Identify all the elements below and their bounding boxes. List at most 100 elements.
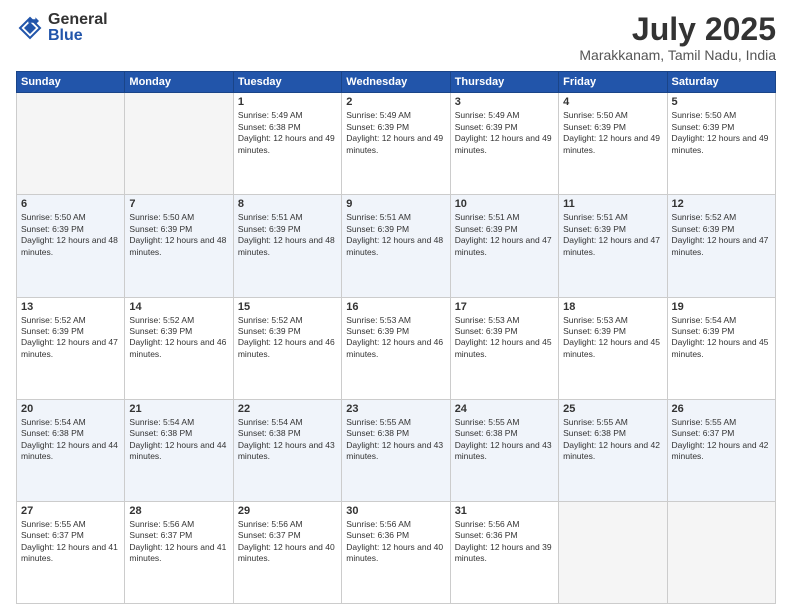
calendar-day-cell: 22 Sunrise: 5:54 AM Sunset: 6:38 PM Dayli… [233, 399, 341, 501]
calendar-table: SundayMondayTuesdayWednesdayThursdayFrid… [16, 71, 776, 604]
day-number: 30 [346, 505, 445, 517]
day-number: 13 [21, 301, 120, 313]
day-info: Sunrise: 5:56 AM Sunset: 6:37 PM Dayligh… [238, 519, 337, 565]
day-info: Sunrise: 5:51 AM Sunset: 6:39 PM Dayligh… [238, 212, 337, 258]
calendar-day-cell: 29Sunrise: 5:56 AM Sunset: 6:37 PM Dayli… [233, 501, 341, 603]
day-number: 4 [563, 96, 662, 108]
calendar-week-row: 6Sunrise: 5:50 AM Sunset: 6:39 PM Daylig… [17, 195, 776, 297]
day-info: Sunrise: 5:50 AM Sunset: 6:39 PM Dayligh… [21, 212, 120, 258]
day-number: 23 [346, 403, 445, 415]
day-number: 12 [672, 198, 771, 210]
day-number: 14 [129, 301, 228, 313]
calendar-day-cell: 2 Sunrise: 5:49 AM Sunset: 6:39 PM Daylig… [342, 93, 450, 195]
calendar-day-cell [559, 501, 667, 603]
calendar-day-cell: 18 Sunrise: 5:53 AM Sunset: 6:39 PM Dayli… [559, 297, 667, 399]
day-info: Sunrise: 5:55 AM Sunset: 6:38 PM Dayligh… [346, 417, 445, 463]
day-info: Sunrise: 5:56 AM Sunset: 6:37 PM Dayligh… [129, 519, 228, 565]
day-number: 17 [455, 301, 554, 313]
calendar-day-cell: 24 Sunrise: 5:55 AM Sunset: 6:38 PM Dayli… [450, 399, 558, 501]
calendar-week-row: 20 Sunrise: 5:54 AM Sunset: 6:38 PM Dayli… [17, 399, 776, 501]
day-number: 24 [455, 403, 554, 415]
calendar-day-cell: 20Sunrise: 5:54 AM Sunset: 6:38 PM Dayli… [17, 399, 125, 501]
day-number: 21 [129, 403, 228, 415]
calendar-day-cell: 7 Sunrise: 5:50 AM Sunset: 6:39 PM Daylig… [125, 195, 233, 297]
calendar-day-cell: 26Sunrise: 5:55 AM Sunset: 6:37 PM Dayli… [667, 399, 775, 501]
day-number: 9 [346, 198, 445, 210]
day-info: Sunrise: 5:49 AM Sunset: 6:38 PM Dayligh… [238, 110, 337, 156]
calendar-day-cell: 11 Sunrise: 5:51 AM Sunset: 6:39 PM Dayli… [559, 195, 667, 297]
day-number: 22 [238, 403, 337, 415]
calendar-day-cell: 27Sunrise: 5:55 AM Sunset: 6:37 PM Dayli… [17, 501, 125, 603]
day-info: Sunrise: 5:53 AM Sunset: 6:39 PM Dayligh… [455, 315, 554, 361]
day-number: 20 [21, 403, 120, 415]
calendar-day-cell [667, 501, 775, 603]
calendar-day-cell: 31 Sunrise: 5:56 AM Sunset: 6:36 PM Dayli… [450, 501, 558, 603]
day-number: 31 [455, 505, 554, 517]
day-info: Sunrise: 5:51 AM Sunset: 6:39 PM Dayligh… [346, 212, 445, 258]
calendar-day-header: Saturday [667, 72, 775, 93]
calendar-day-cell: 25 Sunrise: 5:55 AM Sunset: 6:38 PM Dayli… [559, 399, 667, 501]
calendar-header-row: SundayMondayTuesdayWednesdayThursdayFrid… [17, 72, 776, 93]
day-info: Sunrise: 5:51 AM Sunset: 6:39 PM Dayligh… [455, 212, 554, 258]
day-info: Sunrise: 5:50 AM Sunset: 6:39 PM Dayligh… [129, 212, 228, 258]
calendar-day-cell: 19 Sunrise: 5:54 AM Sunset: 6:39 PM Dayli… [667, 297, 775, 399]
calendar-day-header: Monday [125, 72, 233, 93]
logo-blue-text: Blue [48, 28, 108, 44]
day-number: 1 [238, 96, 337, 108]
calendar-day-cell: 23 Sunrise: 5:55 AM Sunset: 6:38 PM Dayli… [342, 399, 450, 501]
day-info: Sunrise: 5:55 AM Sunset: 6:37 PM Dayligh… [672, 417, 771, 463]
day-number: 8 [238, 198, 337, 210]
day-info: Sunrise: 5:54 AM Sunset: 6:38 PM Dayligh… [238, 417, 337, 463]
day-info: Sunrise: 5:50 AM Sunset: 6:39 PM Dayligh… [563, 110, 662, 156]
calendar-day-cell [17, 93, 125, 195]
calendar-week-row: 27Sunrise: 5:55 AM Sunset: 6:37 PM Dayli… [17, 501, 776, 603]
calendar-day-cell: 3Sunrise: 5:49 AM Sunset: 6:39 PM Daylig… [450, 93, 558, 195]
logo-general-text: General [48, 12, 108, 28]
day-number: 28 [129, 505, 228, 517]
day-number: 10 [455, 198, 554, 210]
day-number: 7 [129, 198, 228, 210]
calendar-body: 1 Sunrise: 5:49 AM Sunset: 6:38 PM Daylig… [17, 93, 776, 604]
day-number: 5 [672, 96, 771, 108]
page: General Blue July 2025 Marakkanam, Tamil… [0, 0, 792, 612]
day-number: 11 [563, 198, 662, 210]
subtitle: Marakkanam, Tamil Nadu, India [579, 47, 776, 63]
calendar-day-header: Friday [559, 72, 667, 93]
day-info: Sunrise: 5:52 AM Sunset: 6:39 PM Dayligh… [672, 212, 771, 258]
logo-icon [16, 14, 44, 42]
calendar-day-cell [125, 93, 233, 195]
day-info: Sunrise: 5:54 AM Sunset: 6:39 PM Dayligh… [672, 315, 771, 361]
calendar-day-cell: 12 Sunrise: 5:52 AM Sunset: 6:39 PM Dayli… [667, 195, 775, 297]
calendar-day-cell: 14Sunrise: 5:52 AM Sunset: 6:39 PM Dayli… [125, 297, 233, 399]
calendar-week-row: 13 Sunrise: 5:52 AM Sunset: 6:39 PM Dayli… [17, 297, 776, 399]
calendar-day-header: Sunday [17, 72, 125, 93]
day-number: 18 [563, 301, 662, 313]
calendar-week-row: 1 Sunrise: 5:49 AM Sunset: 6:38 PM Daylig… [17, 93, 776, 195]
day-info: Sunrise: 5:52 AM Sunset: 6:39 PM Dayligh… [21, 315, 120, 361]
day-info: Sunrise: 5:55 AM Sunset: 6:37 PM Dayligh… [21, 519, 120, 565]
day-info: Sunrise: 5:55 AM Sunset: 6:38 PM Dayligh… [455, 417, 554, 463]
day-info: Sunrise: 5:51 AM Sunset: 6:39 PM Dayligh… [563, 212, 662, 258]
calendar-day-cell: 15Sunrise: 5:52 AM Sunset: 6:39 PM Dayli… [233, 297, 341, 399]
day-info: Sunrise: 5:52 AM Sunset: 6:39 PM Dayligh… [238, 315, 337, 361]
main-title: July 2025 [579, 12, 776, 47]
day-info: Sunrise: 5:53 AM Sunset: 6:39 PM Dayligh… [346, 315, 445, 361]
day-number: 19 [672, 301, 771, 313]
day-info: Sunrise: 5:55 AM Sunset: 6:38 PM Dayligh… [563, 417, 662, 463]
day-info: Sunrise: 5:49 AM Sunset: 6:39 PM Dayligh… [455, 110, 554, 156]
logo: General Blue [16, 12, 108, 44]
calendar-day-cell: 6Sunrise: 5:50 AM Sunset: 6:39 PM Daylig… [17, 195, 125, 297]
logo-text: General Blue [48, 12, 108, 44]
calendar-day-cell: 30Sunrise: 5:56 AM Sunset: 6:36 PM Dayli… [342, 501, 450, 603]
calendar-day-cell: 10 Sunrise: 5:51 AM Sunset: 6:39 PM Dayli… [450, 195, 558, 297]
day-number: 16 [346, 301, 445, 313]
calendar-day-cell: 21Sunrise: 5:54 AM Sunset: 6:38 PM Dayli… [125, 399, 233, 501]
calendar-day-header: Tuesday [233, 72, 341, 93]
day-info: Sunrise: 5:56 AM Sunset: 6:36 PM Dayligh… [455, 519, 554, 565]
calendar-day-cell: 1 Sunrise: 5:49 AM Sunset: 6:38 PM Daylig… [233, 93, 341, 195]
day-number: 25 [563, 403, 662, 415]
day-info: Sunrise: 5:53 AM Sunset: 6:39 PM Dayligh… [563, 315, 662, 361]
day-info: Sunrise: 5:49 AM Sunset: 6:39 PM Dayligh… [346, 110, 445, 156]
day-number: 2 [346, 96, 445, 108]
calendar-day-cell: 17 Sunrise: 5:53 AM Sunset: 6:39 PM Dayli… [450, 297, 558, 399]
